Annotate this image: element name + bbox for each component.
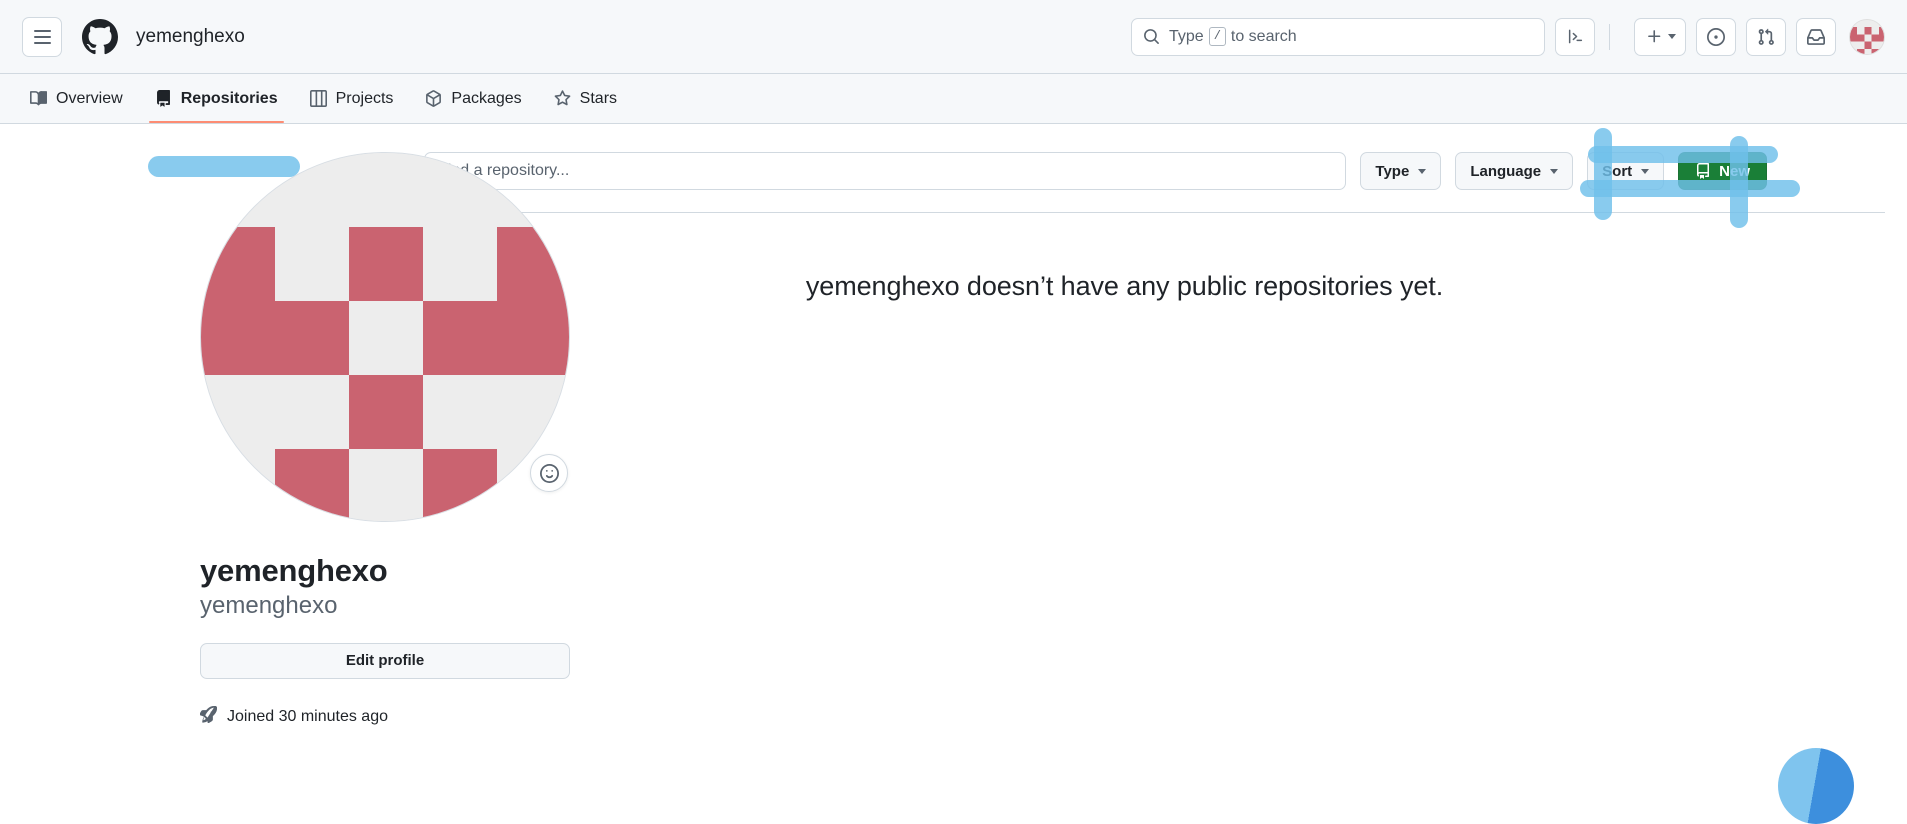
search-prefix: Type [1169,28,1204,46]
terminal-icon[interactable] [1555,18,1595,56]
filter-language-label: Language [1470,163,1541,180]
create-new-button[interactable] [1634,18,1686,56]
set-status-button[interactable] [530,454,568,492]
profile-sidebar: yemenghexo yemenghexo Edit profile Joine… [22,124,402,762]
star-icon [554,90,571,107]
new-repository-button[interactable]: New [1678,152,1767,190]
tab-overview-label: Overview [56,90,123,108]
joined-info: Joined 30 minutes ago [200,706,402,728]
chevron-down-icon [1418,169,1426,174]
tab-repositories[interactable]: Repositories [139,74,294,123]
tab-overview[interactable]: Overview [22,74,139,123]
profile-display-name: yemenghexo [200,552,402,591]
header-actions: Type / to search [1131,18,1885,56]
search-suffix: to search [1231,28,1297,46]
tab-projects[interactable]: Projects [294,74,410,123]
repositories-filter-bar: Type Language Sort New [424,152,1885,190]
search-slash-key: / [1209,27,1226,46]
chevron-down-icon [1668,34,1676,39]
repositories-main: Type Language Sort New yemen [402,124,1885,762]
pull-requests-button[interactable] [1746,18,1786,56]
profile-login: yemenghexo [200,590,402,621]
package-icon [425,90,442,107]
filter-divider [424,212,1885,213]
tab-stars[interactable]: Stars [538,74,633,123]
header-owner-name[interactable]: yemenghexo [136,26,245,48]
chevron-down-icon [1550,169,1558,174]
joined-text: Joined 30 minutes ago [227,708,388,726]
profile-avatar[interactable] [200,152,570,522]
filter-type-button[interactable]: Type [1360,152,1441,190]
filter-sort-button[interactable]: Sort [1587,152,1664,190]
global-header: yemenghexo Type / to search [0,0,1907,74]
empty-repositories-message: yemenghexo doesn’t have any public repos… [424,271,1885,302]
filter-type-label: Type [1375,163,1409,180]
project-icon [310,90,327,107]
profile-nav-tabs: Overview Repositories Projects Packages [0,74,1907,124]
book-icon [30,90,47,107]
header-divider [1609,24,1610,50]
repo-icon [155,90,172,107]
hamburger-menu-icon[interactable] [22,17,62,57]
search-icon [1143,28,1160,45]
github-logo-icon[interactable] [82,19,118,55]
tab-packages[interactable]: Packages [409,74,537,123]
search-placeholder: Type / to search [1169,27,1297,46]
tab-stars-label: Stars [580,90,617,108]
profile-page: yemenghexo yemenghexo Edit profile Joine… [0,124,1907,762]
repo-icon [1695,163,1711,179]
global-search-input[interactable]: Type / to search [1131,18,1545,56]
user-avatar-button[interactable] [1849,19,1885,55]
issues-button[interactable] [1696,18,1736,56]
tab-packages-label: Packages [451,90,521,108]
filter-language-button[interactable]: Language [1455,152,1573,190]
rocket-icon [200,706,217,728]
tab-repositories-label: Repositories [181,90,278,108]
notifications-inbox-button[interactable] [1796,18,1836,56]
avatar-container [200,152,570,522]
tab-projects-label: Projects [336,90,394,108]
filter-sort-label: Sort [1602,163,1632,180]
chevron-down-icon [1641,169,1649,174]
new-repository-label: New [1719,163,1750,180]
